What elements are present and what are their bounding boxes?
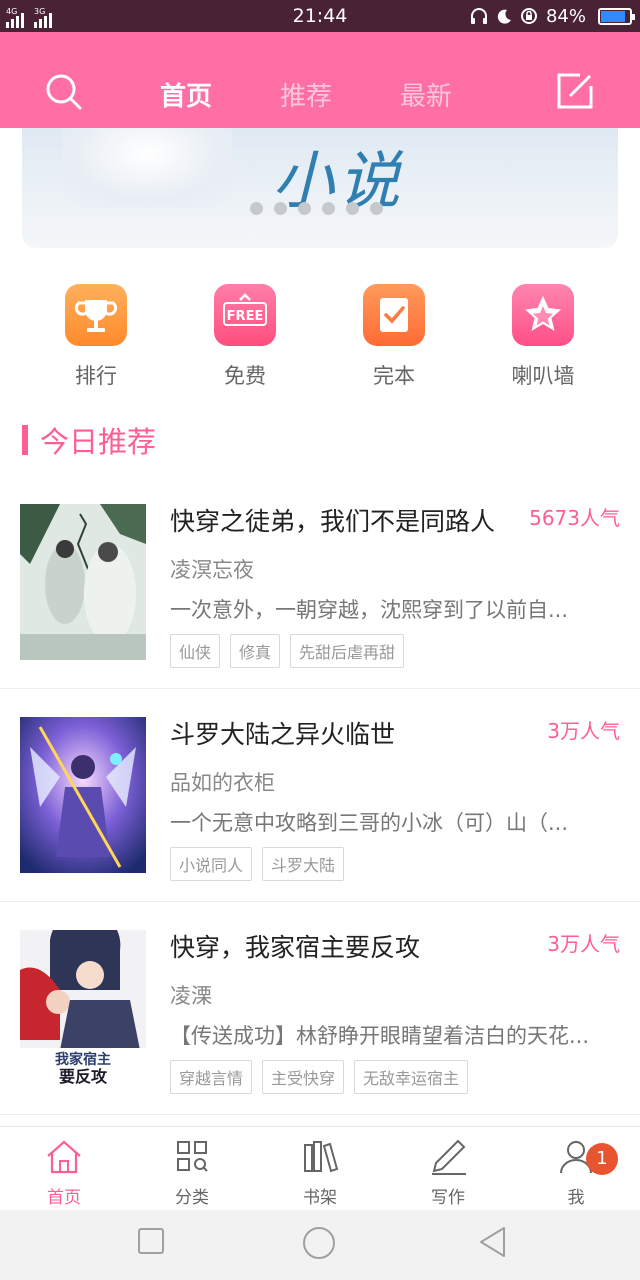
header-tabs: 首页 推荐 最新 <box>160 76 452 113</box>
book-tag[interactable]: 斗罗大陆 <box>262 847 345 881</box>
edit-icon[interactable] <box>556 72 594 110</box>
book-popularity: 5673人气 <box>529 506 620 530</box>
rotation-lock-icon <box>520 8 537 24</box>
book-tag[interactable]: 无敌幸运宿主 <box>354 1060 469 1094</box>
moon-icon <box>497 9 511 24</box>
cover-title-line2: 要反攻 <box>59 1067 108 1086</box>
back-icon[interactable] <box>478 1226 508 1258</box>
battery-level <box>601 10 625 22</box>
search-icon[interactable] <box>44 72 84 112</box>
status-icons: 84% <box>470 4 635 28</box>
bottom-nav: 首页 分类 书架 写作 我 1 <box>0 1126 640 1210</box>
nav-me-label: 我 <box>567 1188 585 1208</box>
tab-latest[interactable]: 最新 <box>400 76 452 113</box>
book-title: 快穿，我家宿主要反攻 <box>170 933 421 962</box>
trophy-icon <box>65 284 127 346</box>
book-cover <box>20 717 146 873</box>
complete-icon <box>363 284 425 346</box>
home-button-icon[interactable] <box>302 1226 336 1260</box>
tab-home[interactable]: 首页 <box>160 76 212 113</box>
book-tags: 穿越言情 主受快穿 无敌幸运宿主 <box>170 1060 469 1094</box>
home-icon <box>47 1140 81 1174</box>
book-author: 品如的衣柜 <box>170 771 275 795</box>
recent-apps-icon[interactable] <box>138 1228 164 1254</box>
category-icon <box>177 1141 208 1172</box>
book-author: 凌溟忘夜 <box>170 558 254 582</box>
free-icon-text: FREE <box>227 309 264 324</box>
nav-write[interactable]: 写作 <box>384 1137 512 1208</box>
entry-speaker-wall-label: 喇叭墙 <box>511 364 575 388</box>
star-icon <box>512 284 574 346</box>
carousel-dot[interactable] <box>370 202 383 215</box>
book-tags: 仙侠 修真 先甜后虐再甜 <box>170 634 405 668</box>
nav-home[interactable]: 首页 <box>0 1137 128 1208</box>
book-item[interactable]: 我家宿主 要反攻 快穿，我家宿主要反攻 3万人气 凌溧 【传送成功】林舒睁开眼睛… <box>0 902 640 1115</box>
nav-home-label: 首页 <box>47 1188 81 1208</box>
book-tag[interactable]: 穿越言情 <box>170 1060 253 1094</box>
entry-ranking[interactable]: 排行 <box>36 284 156 390</box>
nav-category[interactable]: 分类 <box>128 1137 256 1208</box>
book-popularity: 3万人气 <box>547 719 620 743</box>
headphones-icon <box>470 8 487 24</box>
quick-entries: 排行 FREE 免费 完本 喇叭墙 <box>0 284 640 394</box>
book-tag[interactable]: 修真 <box>230 634 281 668</box>
carousel-dots <box>250 202 383 215</box>
bookshelf-icon <box>304 1141 339 1173</box>
section-accent-bar <box>22 425 28 455</box>
nav-me[interactable]: 我 1 <box>512 1137 640 1208</box>
book-item[interactable]: 快穿之徒弟，我们不是同路人 5673人气 凌溟忘夜 一次意外，一朝穿越，沈熙穿到… <box>0 476 640 689</box>
section-header: 今日推荐 <box>22 420 156 460</box>
free-icon: FREE <box>214 284 276 346</box>
entry-free[interactable]: FREE 免费 <box>185 284 305 390</box>
notification-badge: 1 <box>586 1143 618 1175</box>
pen-icon <box>432 1139 466 1175</box>
banner-carousel[interactable]: 小说 <box>22 128 618 248</box>
book-tag[interactable]: 小说同人 <box>170 847 253 881</box>
entry-speaker-wall[interactable]: 喇叭墙 <box>483 284 603 390</box>
cover-title-line1: 我家宿主 <box>55 1051 111 1068</box>
battery-icon <box>598 7 635 25</box>
book-author: 凌溧 <box>170 984 212 1008</box>
status-bar: 4G 3G 21:44 84% <box>0 0 640 32</box>
book-popularity: 3万人气 <box>547 932 620 956</box>
nav-write-label: 写作 <box>431 1188 465 1208</box>
entry-ranking-label: 排行 <box>75 364 117 388</box>
entry-complete[interactable]: 完本 <box>334 284 454 390</box>
carousel-dot[interactable] <box>274 202 287 215</box>
book-description: 【传送成功】林舒睁开眼睛望着洁白的天花... <box>170 1024 590 1048</box>
battery-percent: 84% <box>545 5 586 27</box>
system-nav-bar <box>0 1210 640 1280</box>
entry-complete-label: 完本 <box>373 364 415 388</box>
book-item[interactable]: 斗罗大陆之异火临世 3万人气 品如的衣柜 一个无意中攻略到三哥的小冰（可）山（.… <box>0 689 640 902</box>
book-tag[interactable]: 先甜后虐再甜 <box>290 634 405 668</box>
book-cover <box>20 504 146 660</box>
book-title: 斗罗大陆之异火临世 <box>170 720 396 749</box>
nav-bookshelf-label: 书架 <box>303 1188 337 1208</box>
top-header: 首页 推荐 最新 <box>0 32 640 128</box>
entry-free-label: 免费 <box>224 364 266 388</box>
book-tag[interactable]: 主受快穿 <box>262 1060 345 1094</box>
tab-recommend[interactable]: 推荐 <box>280 76 332 113</box>
nav-bookshelf[interactable]: 书架 <box>256 1137 384 1208</box>
book-title: 快穿之徒弟，我们不是同路人 <box>170 507 496 536</box>
carousel-dot[interactable] <box>298 202 311 215</box>
book-cover: 我家宿主 要反攻 <box>20 930 146 1086</box>
nav-category-label: 分类 <box>175 1188 209 1208</box>
carousel-dot[interactable] <box>250 202 263 215</box>
book-tag[interactable]: 仙侠 <box>170 634 221 668</box>
book-list: 快穿之徒弟，我们不是同路人 5673人气 凌溟忘夜 一次意外，一朝穿越，沈熙穿到… <box>0 476 640 1115</box>
carousel-dot[interactable] <box>322 202 335 215</box>
section-title: 今日推荐 <box>40 425 157 459</box>
banner-illustration <box>62 128 232 208</box>
carousel-dot[interactable] <box>346 202 359 215</box>
book-description: 一次意外，一朝穿越，沈熙穿到了以前自... <box>170 598 569 622</box>
book-description: 一个无意中攻略到三哥的小冰（可）山（... <box>170 811 569 835</box>
book-tags: 小说同人 斗罗大陆 <box>170 847 345 881</box>
